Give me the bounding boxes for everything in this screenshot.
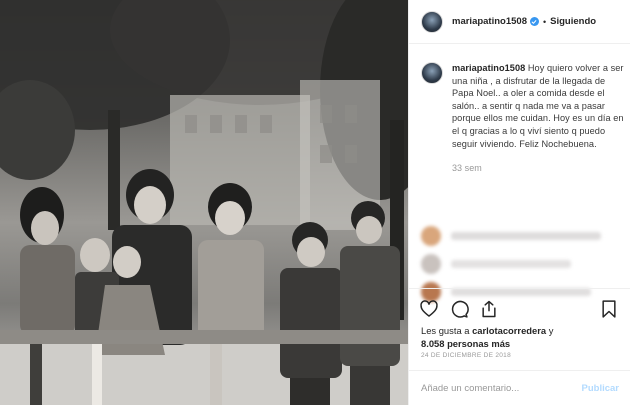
caption-username[interactable]: mariapatino1508 xyxy=(452,63,525,73)
likes-prefix: Les gusta a xyxy=(421,325,470,336)
caption-body: Hoy quiero volver a ser una niña , a dis… xyxy=(452,63,624,149)
likes-summary: Les gusta a carlotacorredera y 8.058 per… xyxy=(421,324,626,350)
post-photo[interactable] xyxy=(0,0,408,405)
photo-illustration xyxy=(0,0,408,405)
separator-dot: • xyxy=(542,16,547,27)
comment-row[interactable] xyxy=(421,222,626,250)
comment-input[interactable] xyxy=(421,382,561,394)
likes-count-link[interactable]: 8.058 personas más xyxy=(421,338,510,349)
add-comment-bar: Publicar xyxy=(409,370,630,405)
following-button[interactable]: Siguiendo xyxy=(550,16,596,27)
publish-button[interactable]: Publicar xyxy=(582,383,620,394)
likes-user-link[interactable]: carlotacorredera xyxy=(472,325,546,336)
bookmark-icon[interactable] xyxy=(599,299,619,324)
caption-time[interactable]: 33 sem xyxy=(452,162,626,175)
caption-block: mariapatino1508 Hoy quiero volver a ser … xyxy=(421,62,626,175)
caption-avatar[interactable] xyxy=(421,62,443,84)
author-avatar[interactable] xyxy=(421,10,443,33)
post-header: mariapatino1508 • Siguiendo xyxy=(409,0,630,44)
share-icon[interactable] xyxy=(479,299,499,324)
likes-joiner: y xyxy=(548,325,554,336)
comment-icon[interactable] xyxy=(449,299,469,324)
heart-icon[interactable] xyxy=(419,299,439,324)
author-username[interactable]: mariapatino1508 xyxy=(452,16,527,27)
comment-row[interactable] xyxy=(421,250,626,278)
verified-badge-icon xyxy=(529,17,539,26)
post-date[interactable]: 24 DE DICIEMBRE DE 2018 xyxy=(421,352,511,359)
post-sidebar: mariapatino1508 • Siguiendo mariapatino1… xyxy=(408,0,630,405)
caption-text: mariapatino1508 Hoy quiero volver a ser … xyxy=(452,62,626,175)
